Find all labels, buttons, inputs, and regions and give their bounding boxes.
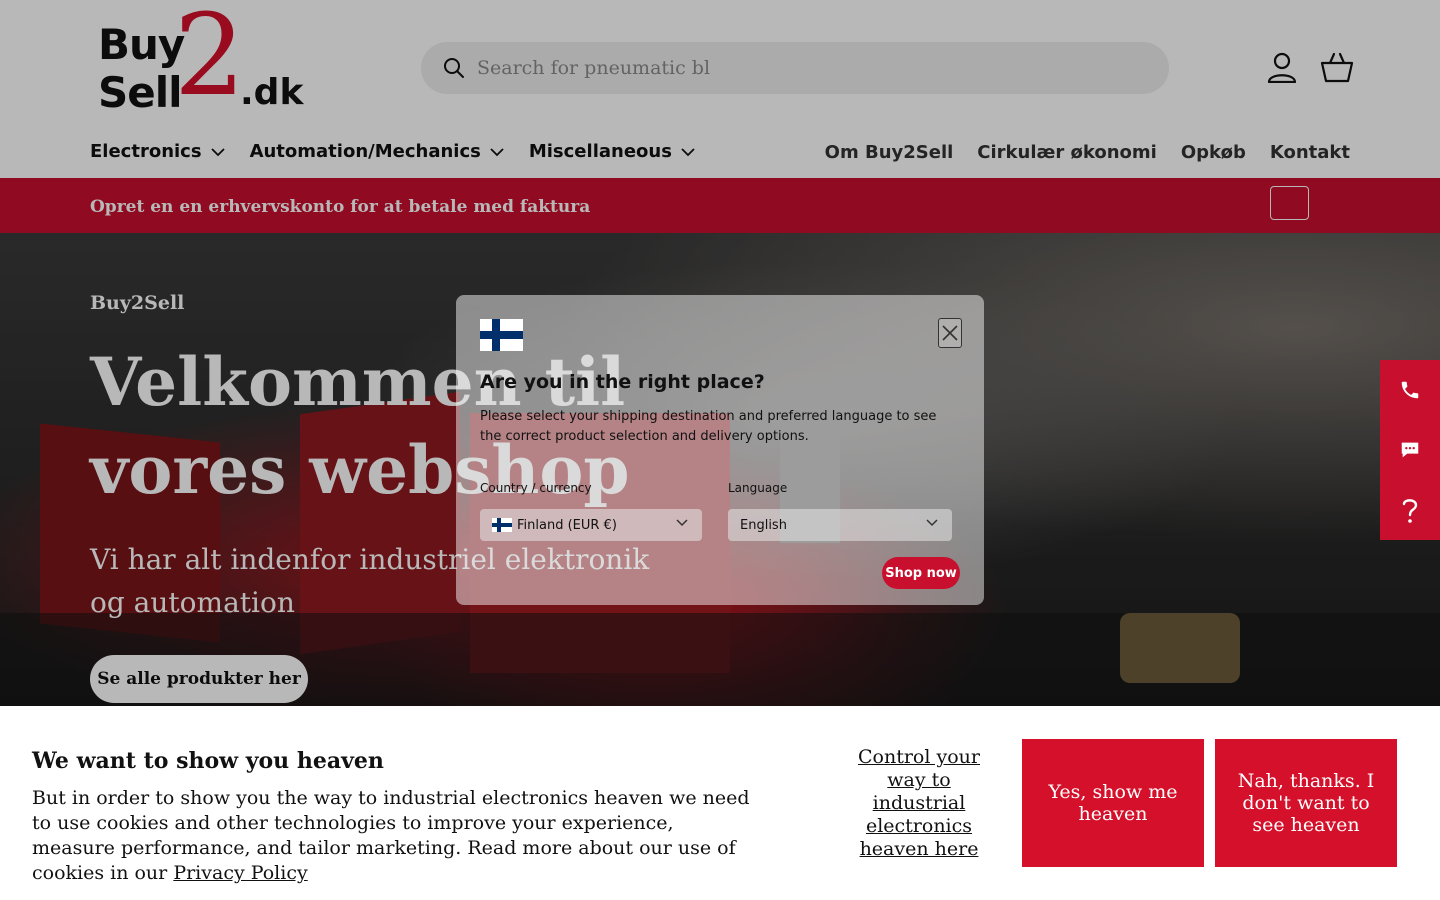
language-label: Language xyxy=(728,481,788,495)
chat-icon[interactable] xyxy=(1380,420,1440,480)
chevron-down-icon xyxy=(676,519,688,527)
close-icon[interactable] xyxy=(938,318,962,348)
shop-now-button[interactable]: Shop now xyxy=(882,557,960,589)
phone-icon[interactable] xyxy=(1380,360,1440,420)
chevron-down-icon xyxy=(926,519,938,527)
finland-flag-icon xyxy=(492,518,512,532)
cookie-title: We want to show you heaven xyxy=(32,748,384,774)
cookie-text: But in order to show you the way to indu… xyxy=(32,787,750,884)
language-select[interactable]: English xyxy=(728,509,952,541)
modal-title: Are you in the right place? xyxy=(480,371,765,393)
geo-location-modal: Are you in the right place? Please selec… xyxy=(456,295,984,605)
privacy-policy-link[interactable]: Privacy Policy xyxy=(173,862,307,884)
finland-flag-icon xyxy=(480,319,523,351)
modal-description: Please select your shipping destination … xyxy=(480,409,937,444)
cookie-banner: We want to show you heaven But in order … xyxy=(0,706,1440,900)
accept-cookies-button[interactable]: Yes, show me heaven xyxy=(1022,739,1204,867)
country-select[interactable]: Finland (EUR €) xyxy=(480,509,702,541)
question-icon[interactable] xyxy=(1380,480,1440,540)
decline-cookies-button[interactable]: Nah, thanks. I don't want to see heaven xyxy=(1215,739,1397,867)
side-widget-bar xyxy=(1380,360,1440,540)
language-value: English xyxy=(740,517,787,533)
cookie-control-link[interactable]: Control your way to industrial electroni… xyxy=(852,746,986,861)
country-label: Country / currency xyxy=(480,481,592,495)
country-value: Finland (EUR €) xyxy=(517,517,617,533)
cookie-text-block: But in order to show you the way to indu… xyxy=(32,786,762,886)
